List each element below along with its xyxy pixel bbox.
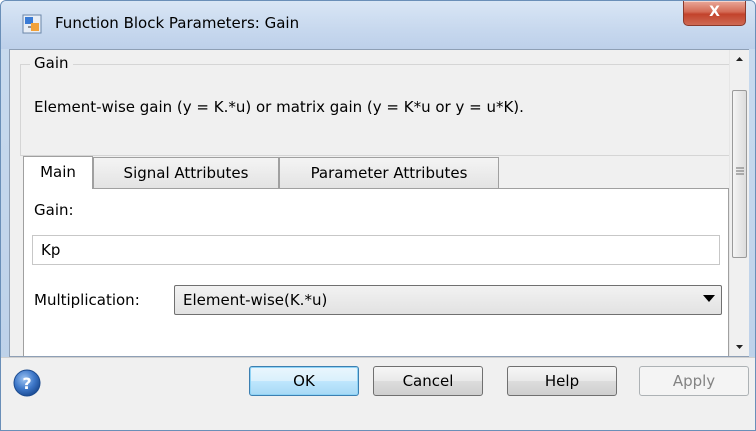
block-description: Element-wise gain (y = K.*u) or matrix g…: [34, 98, 524, 116]
gain-input[interactable]: Kp: [32, 235, 720, 265]
gain-label: Gain:: [34, 201, 74, 219]
scroll-content: Gain Element-wise gain (y = K.*u) or mat…: [10, 50, 729, 356]
cancel-button[interactable]: Cancel: [373, 366, 483, 396]
dialog-window: Function Block Parameters: Gain X Gain E…: [0, 0, 756, 431]
tab-signal-attributes[interactable]: Signal Attributes: [93, 157, 279, 188]
group-title: Gain: [30, 54, 73, 72]
question-icon[interactable]: ?: [13, 369, 41, 397]
tab-label: Signal Attributes: [123, 164, 249, 182]
svg-text:?: ?: [22, 374, 31, 393]
tab-parameter-attributes[interactable]: Parameter Attributes: [279, 157, 499, 188]
close-icon: X: [709, 4, 720, 20]
help-button[interactable]: Help: [507, 366, 617, 396]
tab-label: Main: [40, 163, 76, 181]
multiplication-label: Multiplication:: [34, 291, 140, 309]
vertical-scrollbar[interactable]: [729, 50, 749, 356]
close-button[interactable]: X: [683, 1, 746, 26]
window-title: Function Block Parameters: Gain: [55, 14, 300, 32]
main-tab-panel: Gain: Kp Multiplication: Element-wise(K.…: [23, 188, 729, 356]
grip-icon: [736, 167, 744, 175]
scroll-down-icon[interactable]: [730, 338, 749, 356]
scroll-up-icon[interactable]: [730, 50, 749, 68]
ok-button[interactable]: OK: [249, 366, 359, 396]
multiplication-value: Element-wise(K.*u): [183, 291, 328, 309]
block-parameters-icon: [22, 14, 42, 34]
chevron-down-icon: [703, 295, 715, 302]
title-bar[interactable]: Function Block Parameters: Gain X: [1, 1, 755, 49]
scrollbar-thumb[interactable]: [732, 90, 747, 258]
parameters-panel: Gain Element-wise gain (y = K.*u) or mat…: [9, 49, 749, 357]
tab-label: Parameter Attributes: [310, 164, 468, 182]
tab-main[interactable]: Main: [23, 156, 93, 189]
multiplication-select[interactable]: Element-wise(K.*u): [174, 285, 722, 315]
button-bar: ? OK Cancel Help Apply: [1, 357, 755, 430]
apply-button[interactable]: Apply: [639, 366, 749, 396]
